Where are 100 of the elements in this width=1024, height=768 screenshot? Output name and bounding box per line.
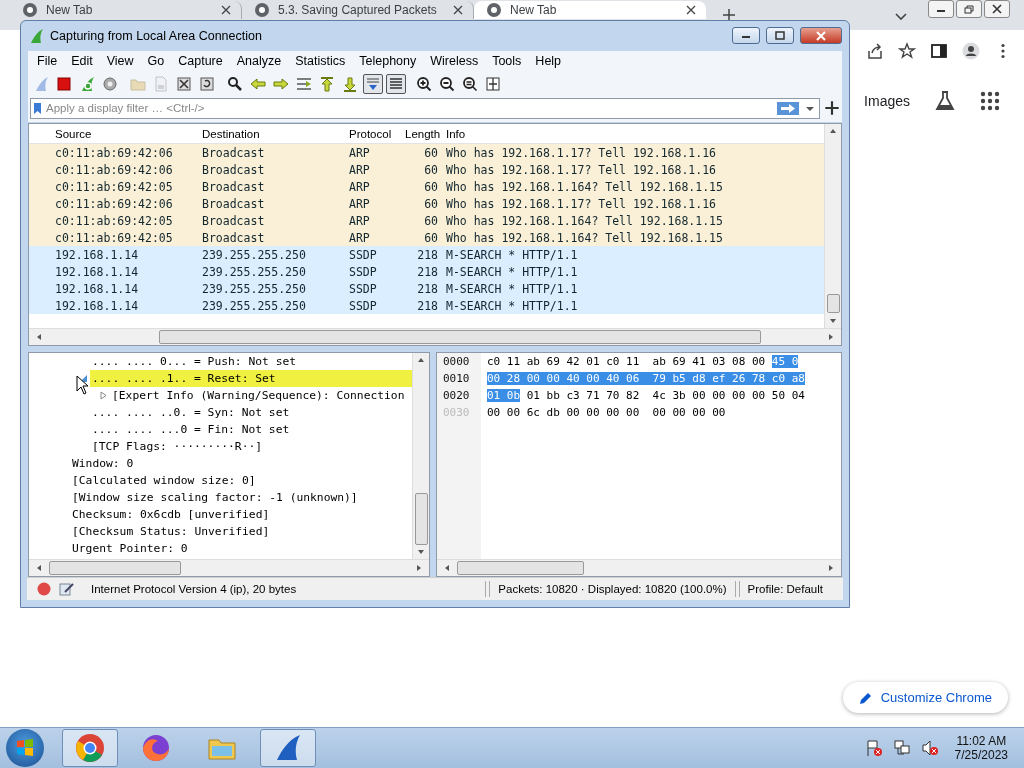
protocol-cell-text: SSDP <box>348 299 378 313</box>
tree-item[interactable]: .... .... 0... = Push: Not set <box>90 353 412 371</box>
scrollbar-thumb[interactable] <box>827 294 840 314</box>
menu-item[interactable]: Telephony <box>352 52 424 71</box>
menu-item[interactable]: Help <box>528 52 569 71</box>
horizontal-scrollbar[interactable] <box>437 559 841 577</box>
taskbar-button[interactable] <box>62 729 118 767</box>
scrollbar-thumb[interactable] <box>415 493 428 546</box>
scroll-arrow-icon[interactable] <box>35 564 43 573</box>
vertical-scrollbar[interactable] <box>412 353 429 560</box>
browser-tab[interactable]: New Tab <box>10 1 242 19</box>
start-button[interactable] <box>6 729 44 767</box>
minimize-button[interactable] <box>732 27 760 45</box>
share-icon[interactable] <box>866 42 884 60</box>
apps-grid-icon[interactable] <box>980 91 1000 111</box>
close-icon[interactable] <box>453 5 463 15</box>
tree-item[interactable]: [Expert Info (Warning/Sequence): Connection <box>110 387 412 405</box>
star-icon[interactable] <box>898 42 916 60</box>
toolbar-button[interactable] <box>363 73 383 94</box>
menu-item[interactable]: Wireless <box>423 52 486 71</box>
column-header[interactable]: Source <box>51 128 198 140</box>
column-header[interactable]: Length <box>401 128 442 140</box>
browser-tab[interactable]: 5.3. Saving Captured Packets <box>242 1 474 19</box>
edit-comment-icon[interactable] <box>59 581 75 598</box>
tree-item[interactable]: .... .... ...0 = Fin: Not set <box>90 421 412 439</box>
column-header[interactable]: Destination <box>198 128 345 140</box>
toolbar-button[interactable] <box>386 73 406 94</box>
profile-label[interactable]: Profile: Default <box>747 583 843 596</box>
close-icon[interactable] <box>221 5 231 15</box>
tree-item[interactable]: [Checksum Status: Unverified] <box>70 523 412 541</box>
add-icon[interactable] <box>824 100 840 117</box>
destination-cell-text: Broadcast <box>201 214 266 228</box>
info-cell-text: Who has 192.168.1.17? Tell 192.168.1.16 <box>445 146 718 160</box>
new-tab-icon[interactable] <box>722 8 736 22</box>
close-button[interactable] <box>984 0 1010 18</box>
tree-item[interactable]: [Window size scaling factor: -1 (unknown)] <box>70 489 412 507</box>
horizontal-scrollbar[interactable] <box>29 328 841 346</box>
maximize-button[interactable] <box>766 27 794 45</box>
menu-item[interactable]: View <box>99 52 141 71</box>
scroll-arrow-icon[interactable] <box>417 356 425 365</box>
menu-item[interactable]: Analyze <box>229 52 289 71</box>
network-icon[interactable] <box>892 739 911 757</box>
column-header[interactable]: Protocol <box>345 128 401 140</box>
close-icon[interactable] <box>686 5 696 15</box>
menu-item[interactable]: Edit <box>64 52 100 71</box>
tree-item[interactable]: Urgent Pointer: 0 <box>70 540 412 558</box>
tree-item[interactable]: .... .... .1.. = Reset: Set <box>90 370 412 388</box>
packet-row[interactable]: c0:11:ab:69:42:05 Broadcast ARP 60 Who has 192.168.1.164? Tell 192.168.1.15 <box>29 212 824 230</box>
horizontal-scrollbar[interactable] <box>29 559 429 577</box>
record-icon[interactable] <box>37 582 51 597</box>
tree-item[interactable]: [TCP Flags: ·········R··] <box>90 438 412 456</box>
down-arrow-icon <box>342 75 358 92</box>
tree-item[interactable]: .... .... ..0. = Syn: Not set <box>90 404 412 422</box>
scroll-arrow-icon[interactable] <box>443 564 451 573</box>
tree-item[interactable]: [Calculated window size: 0] <box>70 472 412 490</box>
scrollbar-thumb[interactable] <box>159 330 761 345</box>
hex-offset: 0030 <box>442 405 471 422</box>
display-filter-bar[interactable]: Apply a display filter … <Ctrl-/> <box>30 97 820 119</box>
packet-row[interactable]: c0:11:ab:69:42:06 Broadcast ARP 60 Who has 192.168.1.17? Tell 192.168.1.16 <box>29 161 824 179</box>
packet-row[interactable]: c0:11:ab:69:42:05 Broadcast ARP 60 Who has 192.168.1.164? Tell 192.168.1.15 <box>29 229 824 247</box>
images-link[interactable]: Images <box>864 93 910 109</box>
column-header[interactable]: Info <box>442 128 824 140</box>
restore-button[interactable] <box>956 0 982 18</box>
zoom-out-icon <box>439 75 455 92</box>
customize-chrome-button[interactable]: Customize Chrome <box>842 682 1008 713</box>
packet-row[interactable]: c0:11:ab:69:42:06 Broadcast ARP 60 Who has 192.168.1.17? Tell 192.168.1.16 <box>29 195 824 213</box>
collapsed-arrow-icon[interactable] <box>99 391 107 401</box>
packet-row[interactable]: 192.168.1.14 239.255.255.250 SSDP 218 M-SEARCH * HTTP/1.1 <box>29 263 824 281</box>
hex-bytes[interactable]: 01 bb c3 71 70 82 4c 3b 00 00 00 00 50 04 <box>520 389 805 403</box>
profile-icon[interactable] <box>962 42 980 60</box>
scrollbar-thumb[interactable] <box>49 561 181 576</box>
scroll-arrow-icon[interactable] <box>829 127 837 136</box>
bookmark-icon[interactable] <box>33 101 42 115</box>
hex-bytes[interactable]: 00 00 6c db 00 00 00 00 00 00 00 00 <box>487 406 726 420</box>
vertical-scrollbar[interactable] <box>824 124 841 329</box>
menu-item[interactable]: Capture <box>171 52 230 71</box>
close-icon <box>992 4 1002 14</box>
menu-item[interactable]: Statistics <box>288 52 353 71</box>
packet-row[interactable]: c0:11:ab:69:42:06 Broadcast ARP 60 Who has 192.168.1.17? Tell 192.168.1.16 <box>29 144 824 162</box>
taskbar-button[interactable] <box>260 729 316 767</box>
menu-item[interactable]: Go <box>140 52 172 71</box>
scroll-arrow-icon[interactable] <box>35 333 43 342</box>
flag-error-icon[interactable] <box>864 739 883 757</box>
packet-row[interactable]: 192.168.1.14 239.255.255.250 SSDP 218 M-SEARCH * HTTP/1.1 <box>29 246 824 264</box>
speaker-muted-icon[interactable] <box>920 739 939 757</box>
hex-bytes[interactable]: c0 11 ab 69 42 01 c0 11 ab 69 41 03 08 00 <box>487 355 772 369</box>
scroll-arrow-icon[interactable] <box>827 564 835 573</box>
menu-item[interactable]: Tools <box>485 52 529 71</box>
tree-item[interactable]: Window: 0 <box>70 455 412 473</box>
packet-row[interactable]: 192.168.1.14 239.255.255.250 SSDP 218 M-SEARCH * HTTP/1.1 <box>29 280 824 298</box>
scrollbar-thumb[interactable] <box>457 561 584 576</box>
minimize-button[interactable] <box>928 0 954 18</box>
flask-icon[interactable] <box>934 90 956 112</box>
menu-item[interactable]: File <box>30 52 65 71</box>
packet-row[interactable]: 192.168.1.14 239.255.255.250 SSDP 218 M-SEARCH * HTTP/1.1 <box>29 297 824 315</box>
close-button[interactable] <box>800 27 842 45</box>
packet-row[interactable]: c0:11:ab:69:42:05 Broadcast ARP 60 Who has 192.168.1.164? Tell 192.168.1.15 <box>29 178 824 196</box>
tree-item[interactable]: Checksum: 0x6cdb [unverified] <box>70 506 412 524</box>
browser-tab[interactable]: New Tab <box>474 1 706 19</box>
side-panel-icon[interactable] <box>930 42 948 60</box>
